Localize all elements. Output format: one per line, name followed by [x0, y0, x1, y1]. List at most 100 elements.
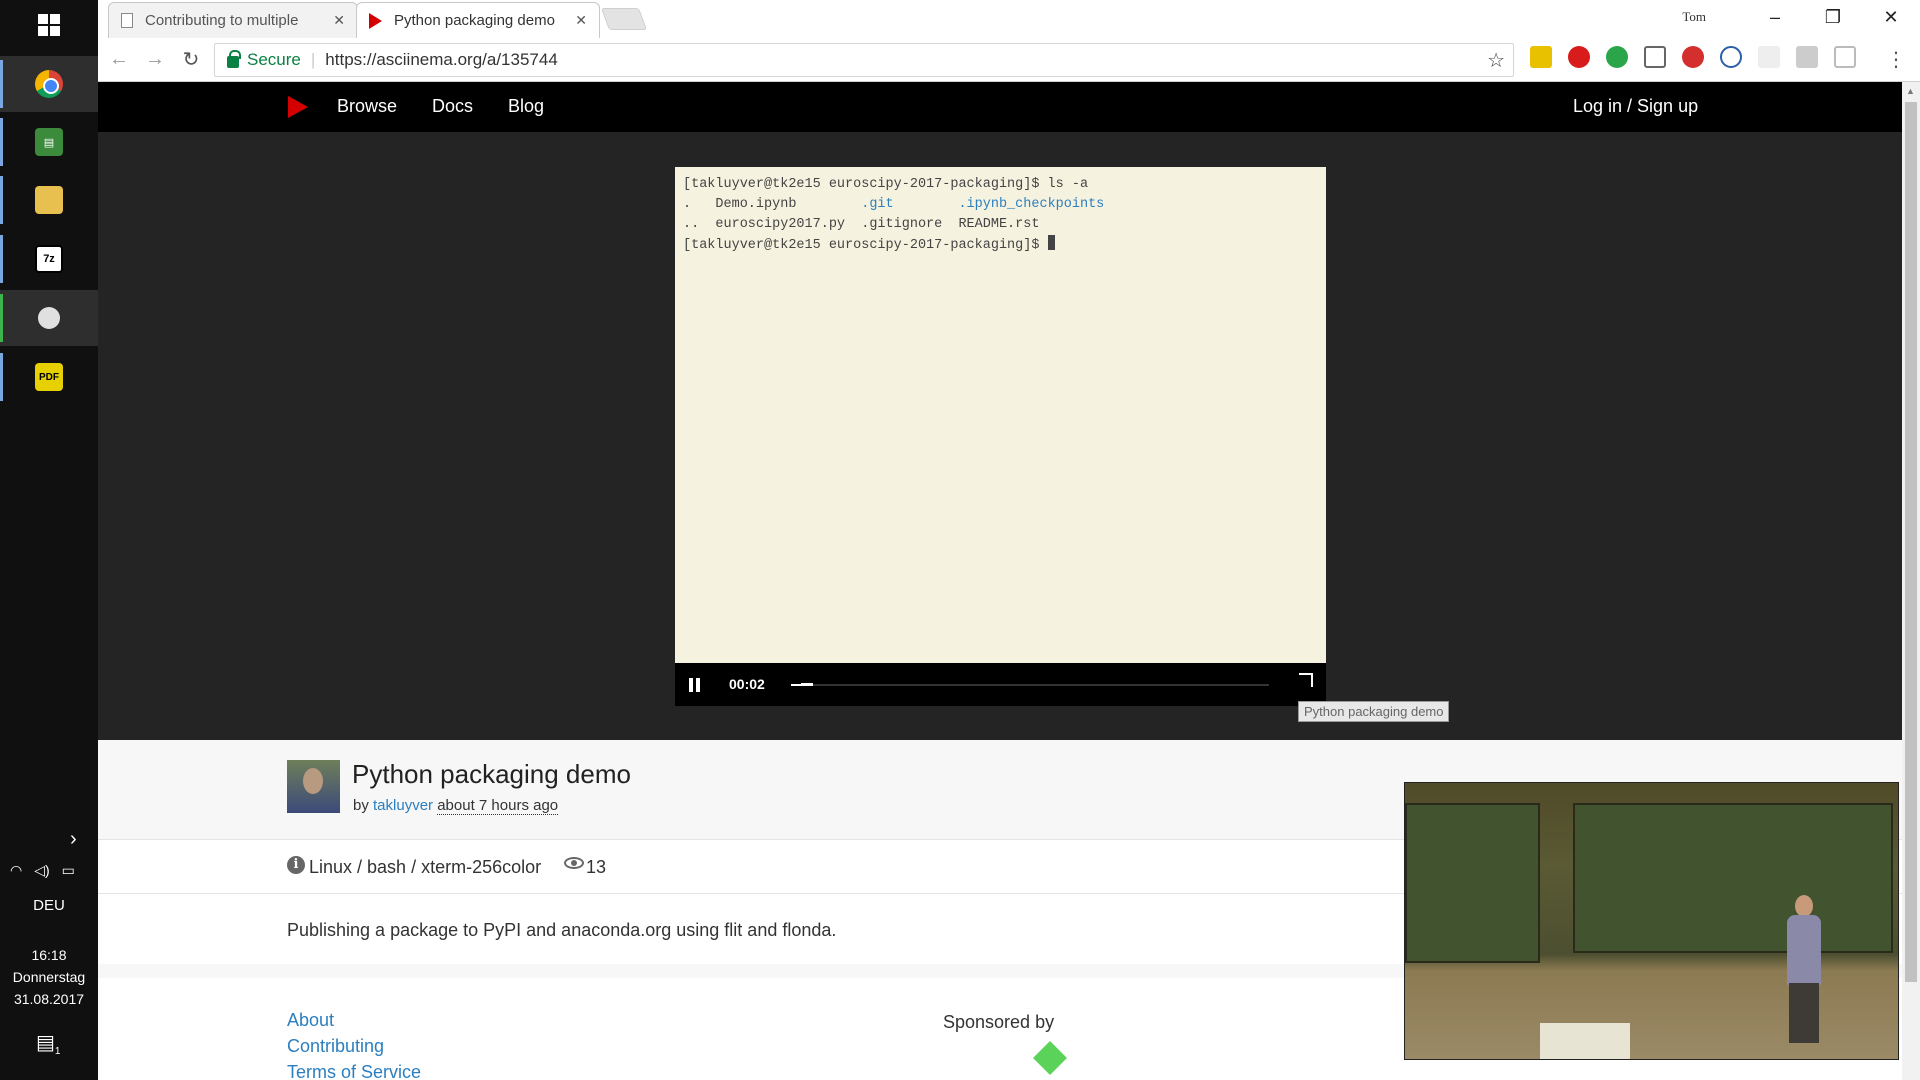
extension-green-icon[interactable]: [1606, 46, 1628, 68]
chalkboard: [1573, 803, 1893, 953]
fullscreen-icon[interactable]: [1299, 673, 1313, 687]
playback-time: 00:02: [729, 676, 765, 692]
player-controls: 00:02: [675, 663, 1326, 706]
cast-icon[interactable]: [1644, 46, 1666, 68]
action-center-icon[interactable]: ▤1: [36, 1030, 61, 1057]
pause-icon[interactable]: [689, 678, 700, 692]
clock-date: 31.08.2017: [13, 991, 85, 1007]
vertical-scrollbar[interactable]: ▲: [1902, 82, 1920, 1080]
address-bar[interactable]: Secure | https://asciinema.org/a/135744 …: [214, 43, 1514, 77]
progress-bar[interactable]: [791, 683, 1269, 686]
byline: by takluyver about 7 hours ago: [353, 797, 559, 815]
avatar[interactable]: [287, 760, 340, 813]
tab-title: Contributing to multiple: [145, 12, 299, 29]
url-separator: |: [310, 50, 316, 69]
disc-icon: [38, 307, 60, 329]
volume-icon[interactable]: ◁): [34, 862, 49, 879]
browser-window: Contributing to multiple ✕ Python packag…: [98, 0, 1920, 1080]
search-extension-icon[interactable]: [1720, 46, 1742, 68]
nav-blog[interactable]: Blog: [508, 96, 544, 117]
asciinema-logo-icon[interactable]: [288, 96, 308, 118]
extension-play-icon[interactable]: [1834, 46, 1856, 68]
minimize-icon[interactable]: –: [1746, 7, 1804, 28]
footer-contributing[interactable]: Contributing: [287, 1036, 384, 1057]
taskbar-chrome[interactable]: [0, 56, 98, 112]
reload-icon[interactable]: ↻: [176, 47, 206, 72]
new-tab-button[interactable]: [600, 8, 648, 30]
progress-knob[interactable]: [800, 683, 813, 686]
language-indicator[interactable]: DEU: [0, 897, 98, 914]
tab-strip: Contributing to multiple ✕ Python packag…: [98, 0, 1920, 38]
term-dir: .ipynb_checkpoints: [958, 197, 1105, 212]
description: Publishing a package to PyPI and anacond…: [287, 920, 837, 940]
menu-icon[interactable]: ⋮: [1886, 47, 1906, 72]
extension-blank-icon[interactable]: [1758, 46, 1780, 68]
info-icon: i: [287, 856, 305, 874]
clock[interactable]: 16:18 Donnerstag 31.08.2017: [0, 944, 98, 1010]
taskbar-spreadsheet[interactable]: ▤: [0, 114, 98, 170]
lectern: [1540, 1023, 1630, 1059]
scrollbar-thumb[interactable]: [1905, 102, 1917, 982]
asciinema-player[interactable]: [takluyver@tk2e15 euroscipy-2017-packagi…: [675, 167, 1326, 706]
term-line: [takluyver@tk2e15 euroscipy-2017-packagi…: [683, 177, 1089, 192]
tab-python-packaging[interactable]: Python packaging demo ✕: [356, 2, 600, 38]
tab-contributing[interactable]: Contributing to multiple ✕: [108, 2, 358, 38]
term-line: . Demo.ipynb: [683, 197, 862, 212]
taskbar-7zip[interactable]: 7z: [0, 231, 98, 287]
spreadsheet-icon: ▤: [35, 128, 63, 156]
term-dir: .git: [861, 197, 894, 212]
close-tab-icon[interactable]: ✕: [575, 12, 587, 29]
sponsor-logo[interactable]: [1033, 1041, 1067, 1075]
nav-docs[interactable]: Docs: [432, 96, 473, 117]
forward-icon[interactable]: →: [140, 48, 170, 71]
page-title: Python packaging demo: [352, 759, 631, 789]
scroll-up-icon[interactable]: ▲: [1906, 86, 1915, 96]
system-tray: ◠ ◁) ▭: [10, 862, 75, 879]
extension-yellow-icon[interactable]: [1530, 46, 1552, 68]
secure-label: Secure: [247, 50, 301, 69]
taskbar-media-player[interactable]: [0, 290, 98, 346]
battery-icon[interactable]: ▭: [62, 862, 75, 879]
start-button[interactable]: [0, 0, 98, 50]
nav-browse[interactable]: Browse: [337, 96, 397, 117]
extension-l-icon[interactable]: [1796, 46, 1818, 68]
restore-icon[interactable]: ❐: [1804, 7, 1862, 28]
chalkboard: [1405, 803, 1540, 963]
lecture-video-overlay: [1404, 782, 1899, 1060]
lock-icon: [227, 50, 241, 68]
profile-name[interactable]: Tom: [1682, 9, 1706, 25]
window-controls: Tom – ❐ ✕: [1682, 0, 1920, 34]
page-viewport: Browse Docs Blog Log in / Sign up [taklu…: [98, 82, 1902, 1080]
back-icon[interactable]: ←: [104, 48, 134, 71]
chevron-right-icon[interactable]: ›: [70, 828, 77, 851]
environment-info: Linux / bash / xterm-256color: [309, 857, 542, 877]
opera-icon[interactable]: [1568, 46, 1590, 68]
windows-taskbar: ▤ 7z PDF › ◠ ◁) ▭ DEU 16:18 Donnerstag 3…: [0, 0, 98, 1080]
speaker-head: [1795, 895, 1813, 917]
notification-count: 1: [54, 1046, 61, 1057]
taskbar-pdf-reader[interactable]: PDF: [0, 349, 98, 405]
author-link[interactable]: takluyver: [373, 797, 433, 814]
clock-day: Donnerstag: [12, 969, 86, 985]
login-link[interactable]: Log in / Sign up: [1573, 96, 1698, 117]
vivaldi-icon[interactable]: [1682, 46, 1704, 68]
byline-by: by: [353, 797, 369, 814]
tooltip: Python packaging demo: [1298, 701, 1450, 722]
network-icon[interactable]: ◠: [10, 862, 22, 879]
7zip-icon: 7z: [35, 245, 63, 273]
document-icon: [121, 13, 133, 28]
footer-about[interactable]: About: [287, 1010, 334, 1031]
taskbar-file-explorer[interactable]: [0, 172, 98, 228]
footer-terms[interactable]: Terms of Service: [287, 1062, 421, 1080]
tab-title: Python packaging demo: [394, 12, 555, 29]
view-count: 13: [586, 857, 607, 877]
url-text[interactable]: https://asciinema.org/a/135744: [325, 50, 557, 70]
bookmark-star-icon[interactable]: ☆: [1487, 48, 1505, 73]
windows-logo-icon: [38, 14, 60, 36]
close-window-icon[interactable]: ✕: [1862, 7, 1920, 28]
clock-time: 16:18: [31, 947, 67, 963]
asciinema-favicon-icon: [369, 12, 382, 29]
terminal-screen: [takluyver@tk2e15 euroscipy-2017-packagi…: [675, 167, 1326, 663]
term-line: [takluyver@tk2e15 euroscipy-2017-packagi…: [683, 238, 1048, 253]
close-tab-icon[interactable]: ✕: [333, 12, 345, 29]
